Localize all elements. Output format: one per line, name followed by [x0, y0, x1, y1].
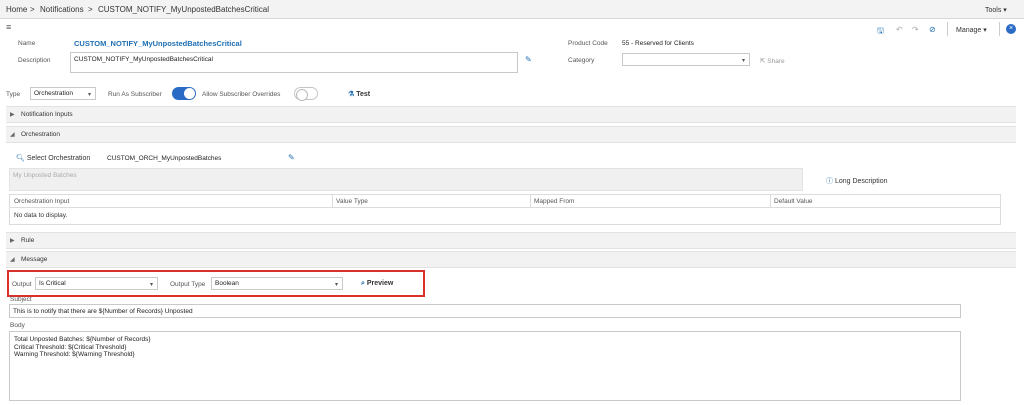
- output-value: Is Critical: [39, 280, 66, 287]
- long-description-button[interactable]: ⓘ Long Description: [826, 176, 887, 186]
- breadcrumb-current: CUSTOM_NOTIFY_MyUnpostedBatchesCritical: [98, 5, 270, 14]
- body-line: Warning Threshold: ${Warning Threshold}: [14, 351, 135, 358]
- empty-table-message: No data to display.: [14, 212, 68, 219]
- subject-value: This is to notify that there are ${Numbe…: [13, 308, 193, 315]
- table-header-row: Orchestration Input Value Type Mapped Fr…: [10, 195, 1000, 208]
- close-icon[interactable]: ×: [1006, 24, 1016, 34]
- delete-icon[interactable]: ⊘: [929, 25, 936, 34]
- product-code-value: 55 - Reserved for Clients: [622, 40, 694, 47]
- tools-menu[interactable]: Tools ▾: [985, 6, 1007, 14]
- body-label: Body: [10, 322, 25, 329]
- description-field[interactable]: CUSTOM_NOTIFY_MyUnpostedBatchesCritical: [70, 52, 518, 73]
- orchestration-description-placeholder: My Unposted Batches: [13, 172, 77, 179]
- body-line: Critical Threshold: ${Critical Threshold…: [14, 343, 127, 351]
- run-as-subscriber-label: Run As Subscriber: [108, 91, 162, 98]
- test-button[interactable]: ⚗ Test: [348, 90, 370, 98]
- output-type-select[interactable]: Boolean ▾: [211, 277, 343, 290]
- column-header[interactable]: Value Type: [336, 198, 368, 205]
- name-label: Name: [18, 40, 36, 47]
- product-code-label: Product Code: [568, 40, 608, 47]
- type-select[interactable]: Orchestration ▾: [30, 87, 96, 100]
- chevron-down-icon: ▾: [87, 92, 91, 98]
- body-content: Total Unposted Batches: ${Number of Reco…: [14, 336, 151, 359]
- subject-label: Subject: [10, 296, 32, 303]
- selected-orchestration: CUSTOM_ORCH_MyUnpostedBatches: [107, 155, 222, 162]
- chevron-down-icon: ◢: [10, 257, 15, 263]
- chevron-down-icon: ◢: [10, 132, 15, 138]
- preview-label: Preview: [366, 280, 394, 287]
- description-value: CUSTOM_NOTIFY_MyUnpostedBatchesCritical: [74, 56, 213, 63]
- column-divider: [332, 195, 333, 208]
- share-label: Share: [767, 58, 785, 65]
- output-select[interactable]: Is Critical ▾: [35, 277, 158, 290]
- section-title: Rule: [21, 237, 35, 244]
- allow-overrides-toggle[interactable]: [294, 87, 318, 101]
- section-title: Notification Inputs: [21, 111, 73, 118]
- description-label: Description: [18, 57, 51, 64]
- toolbar-divider: [999, 22, 1000, 36]
- share-button[interactable]: ⇱ Share: [760, 57, 785, 65]
- category-select[interactable]: ▾: [622, 53, 750, 66]
- chevron-right-icon: ▶: [10, 112, 15, 118]
- breadcrumb-separator: >: [88, 5, 93, 14]
- name-value: CUSTOM_NOTIFY_MyUnpostedBatchesCritical: [74, 39, 242, 48]
- chevron-right-icon: ▶: [10, 238, 15, 244]
- chevron-down-icon: ▾: [983, 27, 987, 34]
- message-section[interactable]: ◢ Message: [6, 251, 1016, 268]
- type-label: Type: [6, 91, 21, 98]
- edit-description-icon[interactable]: ✎: [525, 55, 532, 64]
- body-line: Total Unposted Batches: ${Number of Reco…: [14, 336, 151, 343]
- chevron-down-icon: ▾: [741, 58, 745, 64]
- undo-icon[interactable]: ↶: [896, 25, 903, 34]
- binoculars-icon: ⌕: [361, 280, 365, 287]
- chevron-down-icon: ▾: [149, 282, 153, 288]
- select-orchestration-button[interactable]: 🔍︎ Select Orchestration: [16, 154, 90, 162]
- toolbar-divider: [947, 22, 948, 36]
- orchestration-description-field[interactable]: My Unposted Batches: [9, 168, 803, 191]
- save-icon[interactable]: 🖫: [877, 25, 884, 39]
- select-orchestration-label: Select Orchestration: [26, 155, 91, 162]
- section-title: Orchestration: [21, 131, 61, 138]
- chevron-down-icon: ▾: [334, 282, 338, 288]
- manage-menu[interactable]: Manage ▾: [956, 26, 987, 34]
- category-label: Category: [568, 57, 595, 64]
- run-as-subscriber-toggle[interactable]: [172, 87, 196, 100]
- edit-orchestration-icon[interactable]: ✎: [288, 153, 295, 162]
- section-title: Message: [21, 256, 48, 263]
- search-icon: 🔍︎: [16, 155, 25, 162]
- breadcrumb-separator: >: [30, 5, 35, 14]
- notification-inputs-section[interactable]: ▶ Notification Inputs: [6, 106, 1016, 123]
- rule-section[interactable]: ▶ Rule: [6, 232, 1016, 249]
- output-label: Output: [12, 281, 32, 288]
- column-header[interactable]: Orchestration Input: [14, 198, 69, 205]
- breadcrumb-home[interactable]: Home: [6, 5, 27, 14]
- flask-icon: ⚗: [348, 91, 355, 98]
- type-value: Orchestration: [34, 90, 74, 97]
- body-textarea[interactable]: Total Unposted Batches: ${Number of Reco…: [9, 331, 961, 401]
- long-description-label: Long Description: [834, 178, 888, 185]
- redo-icon[interactable]: ↷: [912, 25, 919, 34]
- column-header[interactable]: Mapped From: [534, 198, 574, 205]
- test-label: Test: [356, 91, 371, 98]
- column-divider: [770, 195, 771, 208]
- preview-button[interactable]: ⌕ Preview: [361, 280, 393, 288]
- column-divider: [530, 195, 531, 208]
- allow-overrides-label: Allow Subscriber Overrides: [202, 91, 281, 98]
- share-icon: ⇱: [760, 58, 766, 65]
- chevron-down-icon: ▾: [1003, 7, 1007, 14]
- hamburger-menu-icon[interactable]: ≡: [6, 22, 11, 32]
- tools-label: Tools: [985, 7, 1002, 14]
- orchestration-inputs-table: Orchestration Input Value Type Mapped Fr…: [9, 194, 1001, 225]
- manage-label: Manage: [956, 27, 982, 34]
- orchestration-section[interactable]: ◢ Orchestration: [6, 126, 1016, 143]
- info-icon: ⓘ: [826, 178, 833, 185]
- output-type-value: Boolean: [215, 280, 239, 287]
- output-type-label: Output Type: [170, 281, 206, 288]
- subject-field[interactable]: This is to notify that there are ${Numbe…: [9, 304, 961, 318]
- column-header[interactable]: Default Value: [774, 198, 813, 205]
- breadcrumb-notifications[interactable]: Notifications: [40, 5, 84, 14]
